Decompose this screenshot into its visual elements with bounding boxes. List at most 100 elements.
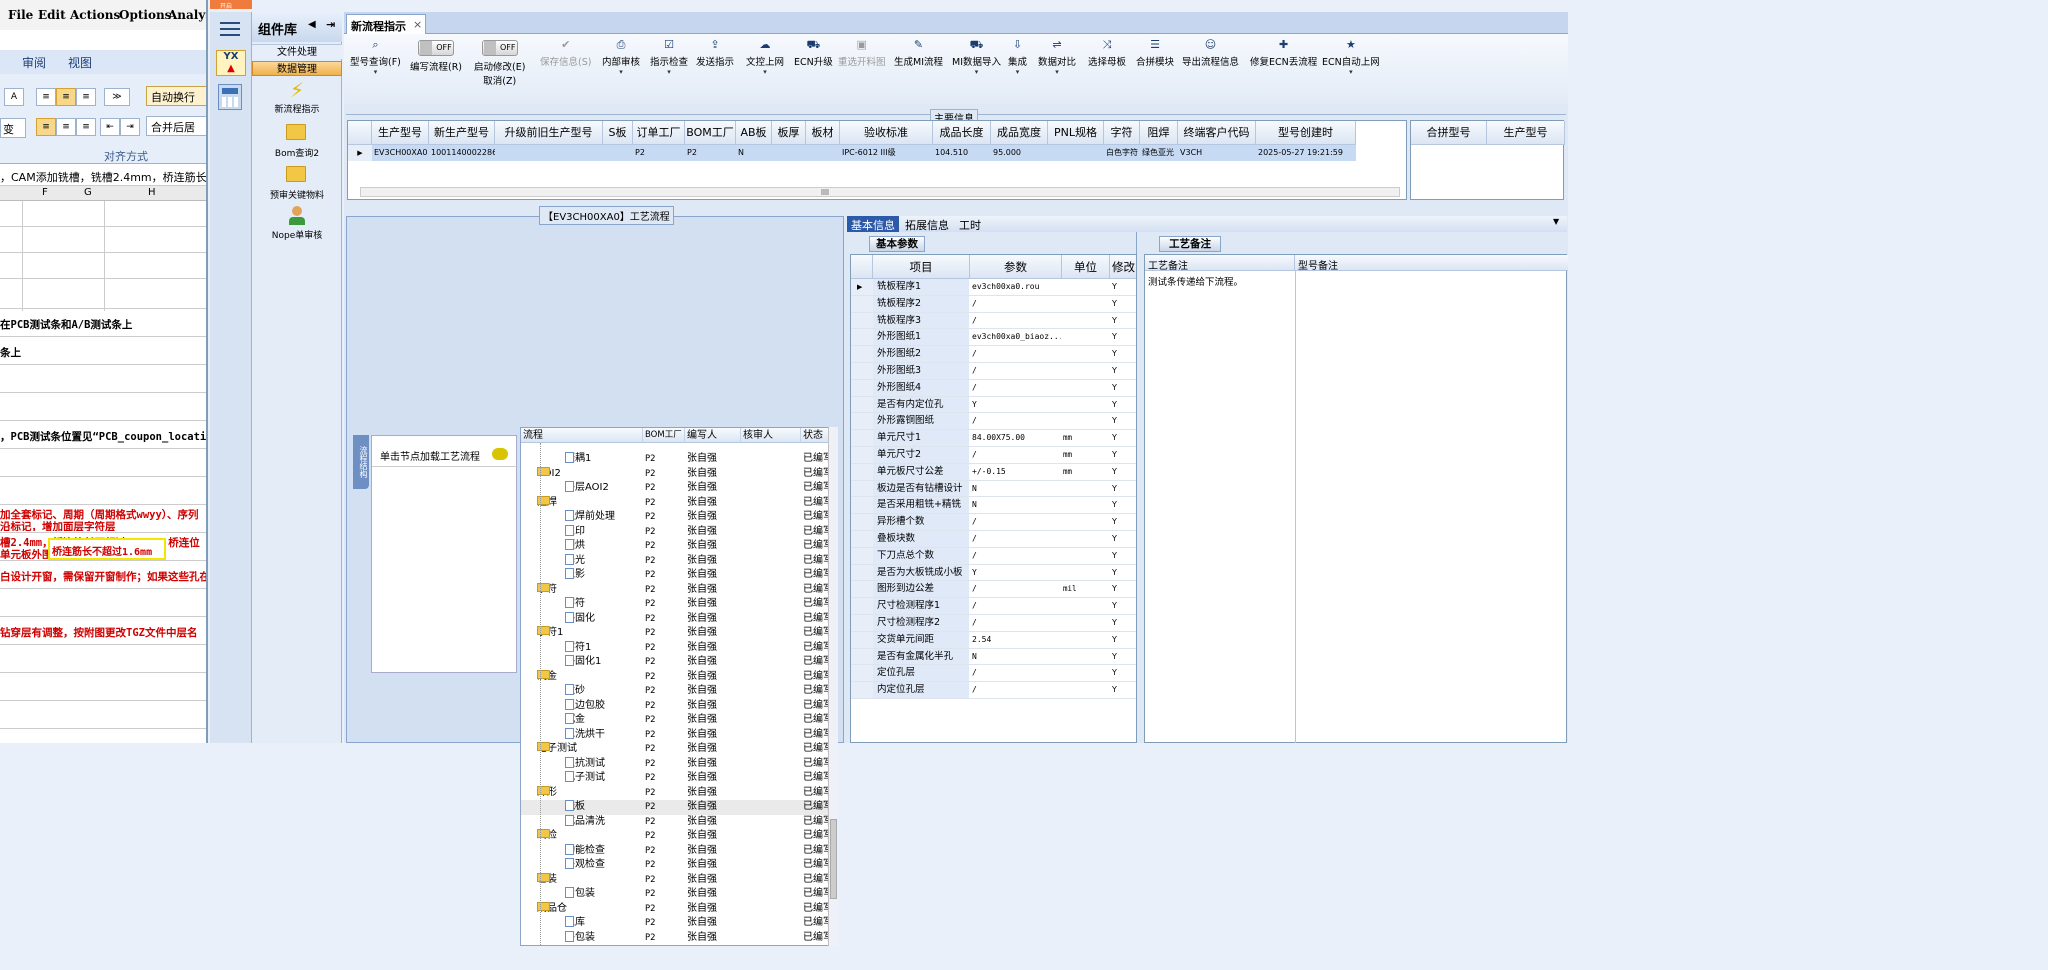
align-center-button[interactable]: ≡: [56, 118, 76, 136]
process-tree-table[interactable]: 流程BOM工厂编写人核审人状态 避耦1P2张自强已编写−AOI2P2张自强已编写…: [520, 427, 836, 946]
tree-header-2[interactable]: 编写人: [685, 428, 741, 443]
tree-row[interactable]: 板边包胶 P2 张自强 已编写: [521, 698, 835, 714]
param-row[interactable]: 是否有金属化半孔 N Y: [851, 648, 1136, 666]
grid-cell-5[interactable]: P2: [685, 145, 736, 161]
tree-row[interactable]: 外观检查 P2 张自强 已编写: [521, 858, 835, 873]
tree-row[interactable]: 功能检查 P2 张自强 已编写: [521, 843, 835, 859]
param-value[interactable]: /: [970, 447, 1061, 463]
toolbar-button-4[interactable]: ⎙ 内部审核 ▾: [602, 38, 640, 76]
menu-options[interactable]: Options: [119, 8, 171, 22]
menu-file[interactable]: File: [8, 8, 33, 22]
tree-vertical-scrollbar[interactable]: [828, 427, 838, 946]
grid-cell-0[interactable]: EV3CH00XA0: [372, 145, 429, 161]
grid-cell-11[interactable]: 95.000: [991, 145, 1048, 161]
decrease-indent-button[interactable]: ⇤: [100, 118, 120, 136]
tree-row[interactable]: 显影 P2 张自强 已编写: [521, 568, 835, 583]
chevron-down-icon[interactable]: ▼: [1553, 217, 1559, 226]
tree-row[interactable]: 字符1 P2 张自强 已编写: [521, 640, 835, 656]
tab-extended-info[interactable]: 拓展信息: [905, 217, 949, 233]
tree-header-0[interactable]: 流程: [521, 428, 643, 443]
prereview-item[interactable]: 预审关键物料: [252, 166, 342, 201]
tree-row[interactable]: 外包装 P2 张自强 已编写: [521, 930, 835, 946]
tree-row[interactable]: −AOI2P2张自强已编写: [521, 466, 835, 482]
horizontal-scrollbar[interactable]: [360, 187, 1400, 197]
tree-row[interactable]: −终检P2张自强已编写: [521, 829, 835, 844]
tree-row[interactable]: 沉金 P2 张自强 已编写: [521, 713, 835, 728]
sheet-row[interactable]: [0, 449, 206, 477]
toolbar-button-14[interactable]: ⤨ 选择母板: [1088, 38, 1126, 68]
grid-cell-15[interactable]: V3CH: [1178, 145, 1256, 161]
dropdown-arrow-icon[interactable]: ▾: [1008, 68, 1027, 76]
toolbar-button-17[interactable]: ✚ 修复ECN丢流程: [1250, 38, 1317, 68]
param-row[interactable]: 异形槽个数 / Y: [851, 514, 1136, 531]
toolbar-button-18[interactable]: ★ ECN自动上网 ▾: [1322, 38, 1380, 76]
tree-row[interactable]: 入库 P2 张自强 已编写: [521, 916, 835, 931]
align-right-button[interactable]: ≡: [76, 118, 96, 136]
flow-structure-tab[interactable]: 流程结构: [353, 435, 369, 489]
tree-row[interactable]: 丝印 P2 张自强 已编写: [521, 524, 835, 540]
param-value[interactable]: N: [970, 497, 1061, 513]
grid-header-5[interactable]: BOM工厂: [685, 121, 736, 145]
remarks-table[interactable]: 工艺备注 型号备注 测试条传递给下流程。: [1144, 254, 1568, 743]
dropdown-arrow-icon[interactable]: ▾: [350, 68, 401, 76]
params-table[interactable]: 项目 参数 单位 修改 ▶ 铣板程序1 ev3ch00xa0.rou Y 铣板程序2/Y…: [850, 254, 1137, 743]
sheet-row[interactable]: [0, 393, 206, 421]
param-row[interactable]: 图形到边公差 / mil Y: [851, 581, 1136, 599]
grid-header-9[interactable]: 验收标准: [840, 121, 933, 145]
tree-row[interactable]: 成品清洗 P2 张自强 已编写: [521, 814, 835, 830]
tab-work-hours[interactable]: 工时: [959, 217, 981, 233]
toolbar-button-16[interactable]: ☺ 导出流程信息: [1182, 38, 1239, 68]
toolbar-button-10[interactable]: ✎ 生成MI流程: [894, 38, 943, 68]
nope-review-item[interactable]: Nope单审核: [252, 206, 342, 241]
sheet-row[interactable]: [0, 673, 206, 701]
toolbar-button-5[interactable]: ☑ 指示检查 ▾: [650, 38, 688, 76]
toggle-switch[interactable]: OFF: [418, 40, 454, 56]
sheet-row[interactable]: [0, 589, 206, 617]
tree-row[interactable]: 曝光 P2 张自强 已编写: [521, 553, 835, 569]
calculator-icon[interactable]: [218, 84, 242, 110]
col-model-remark[interactable]: 型号备注: [1295, 255, 1568, 272]
wrap-text-button[interactable]: 自动换行: [146, 86, 206, 106]
formula-bar[interactable]: ，CAM添加铣槽，铣槽2.4mm，桥连筋长不: [0, 166, 206, 186]
param-value[interactable]: /: [970, 346, 1061, 362]
sheet-row[interactable]: 在PCB测试条和A/B测试条上: [0, 309, 206, 337]
yx-app-icon[interactable]: YX ▲: [216, 50, 246, 76]
grid-header-4[interactable]: 订单工厂: [633, 121, 685, 145]
param-row[interactable]: 尺寸检测程序1/ Y: [851, 598, 1136, 615]
param-value[interactable]: +/-0.15: [970, 464, 1061, 480]
param-row[interactable]: 内定位孔层 / Y: [851, 682, 1136, 699]
grid-header-2[interactable]: 升级前旧生产型号: [495, 121, 603, 145]
param-value[interactable]: /: [970, 598, 1061, 614]
grid-cell-9[interactable]: IPC-6012 III级: [840, 145, 933, 161]
grid-cell-2[interactable]: [495, 145, 603, 161]
grid-header-6[interactable]: AB板: [736, 121, 772, 145]
sheet-row[interactable]: [0, 701, 206, 729]
sheet-row[interactable]: ，PCB测试条位置见“PCB_coupon_locati: [0, 421, 206, 449]
tree-row[interactable]: −电子测试P2张自强已编写: [521, 742, 835, 757]
sheet-row[interactable]: 条上: [0, 337, 206, 365]
col-modify[interactable]: 修改: [1110, 255, 1136, 279]
orientation-button[interactable]: ≫: [104, 88, 130, 106]
param-row[interactable]: 尺寸检测程序2/ Y: [851, 615, 1136, 632]
param-value[interactable]: /: [970, 531, 1061, 547]
tree-row[interactable]: 出货P2张自强已编写: [521, 945, 836, 946]
dropdown-arrow-icon[interactable]: ▾: [952, 68, 1001, 76]
col-param[interactable]: 参数: [970, 255, 1062, 279]
toolbar-button-15[interactable]: ☰ 合拼模块: [1136, 38, 1174, 68]
toolbar-button-3[interactable]: ✔ 保存信息(S): [540, 38, 591, 68]
align-bottom-button[interactable]: ≡: [76, 88, 96, 106]
param-row[interactable]: 是否为大板铣成小板 Y Y: [851, 564, 1136, 582]
param-value[interactable]: /: [970, 296, 1061, 312]
param-value[interactable]: N: [970, 649, 1061, 665]
toolbar-button-0[interactable]: ⌕ 型号查询(F) ▾: [350, 38, 401, 76]
collapse-left-icon[interactable]: ◀: [308, 19, 316, 30]
hamburger-menu-icon[interactable]: [220, 20, 240, 36]
tree-row[interactable]: 铣板 P2 张自强 已编写: [521, 800, 835, 815]
grid-header-8[interactable]: 板材: [806, 121, 840, 145]
grid-header-10[interactable]: 成品长度: [933, 121, 991, 145]
grid-header-14[interactable]: 阻焊: [1140, 121, 1178, 145]
param-value[interactable]: N: [970, 481, 1061, 497]
main-info-grid[interactable]: 生产型号 新生产型号 升级前旧生产型号 S板 订单工厂 BOM工厂 AB板 板厚 板材 验收标准成…: [347, 120, 1407, 200]
param-value[interactable]: /: [970, 380, 1061, 396]
increase-indent-button[interactable]: ⇥: [120, 118, 140, 136]
